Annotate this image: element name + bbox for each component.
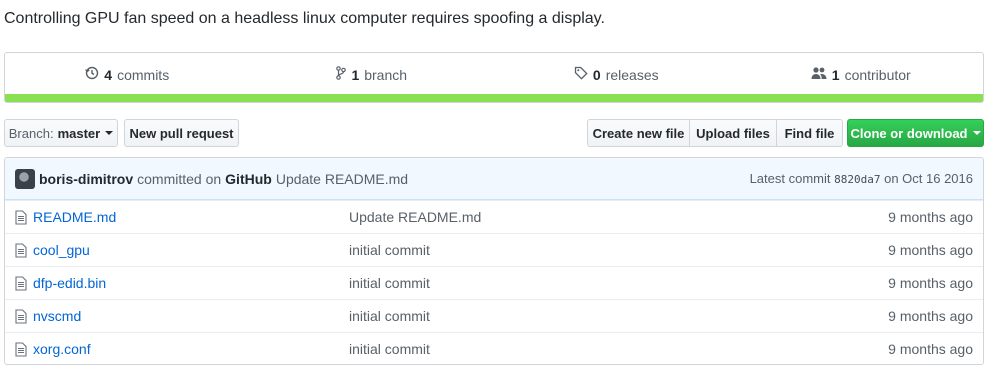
create-new-file-button[interactable]: Create new file [587,119,690,147]
file-commit-message-link[interactable]: initial commit [349,341,430,357]
new-pull-request-button[interactable]: New pull request [124,119,239,147]
commit-author-link[interactable]: boris-dimitrov [39,171,133,187]
file-row: README.md Update README.md 9 months ago [5,200,983,233]
file-name-link[interactable]: xorg.conf [33,341,349,357]
latest-commit-label: Latest commit [749,171,831,186]
file-age: 9 months ago [888,341,973,357]
file-commit-message-link[interactable]: initial commit [349,308,430,324]
file-row: dfp-edid.bin initial commit 9 months ago [5,266,983,299]
tag-icon [574,66,588,83]
file-table: boris-dimitrov committed on GitHub Updat… [4,157,984,365]
contributor-label: contributor [844,66,911,83]
releases-link[interactable]: 0 releases [494,53,739,96]
commit-platform: GitHub [225,170,272,187]
upload-files-button[interactable]: Upload files [689,119,777,147]
people-icon [811,66,827,83]
avatar[interactable] [15,168,35,189]
branch-select-button[interactable]: Branch: master [4,119,118,147]
file-name-link[interactable]: README.md [33,209,349,225]
file-icon [15,341,29,357]
commits-count: 4 [104,66,113,83]
branch-label: branch [364,66,408,83]
commit-message-link[interactable]: Update README.md [276,171,408,187]
contributor-count: 1 [831,66,840,83]
caret-down-icon [972,131,981,135]
file-icon [15,275,29,291]
file-icon [15,242,29,258]
file-navigation: Branch: master New pull request Create n… [4,119,984,147]
repo-description: Controlling GPU fan speed on a headless … [4,10,605,27]
committed-on-text: committed on [137,170,222,187]
branch-count: 1 [351,66,360,83]
file-row: cool_gpu initial commit 9 months ago [5,233,983,266]
branch-icon [336,66,347,83]
file-row: xorg.conf initial commit 9 months ago [5,332,983,364]
file-icon [15,308,29,324]
releases-label: releases [605,66,659,83]
branch-prefix: Branch: [8,125,54,141]
branches-link[interactable]: 1 branch [250,53,495,96]
commit-sha-link[interactable]: 8820da7 [834,173,880,186]
file-name-link[interactable]: dfp-edid.bin [33,275,349,291]
branch-name: master [57,125,101,141]
releases-count: 0 [592,66,601,83]
commit-date: on Oct 16 2016 [884,171,973,186]
file-age: 9 months ago [888,242,973,258]
language-bar[interactable] [5,94,983,102]
file-commit-message-link[interactable]: Update README.md [349,209,481,225]
caret-down-icon [105,131,114,135]
clone-label: Clone or download [850,125,968,141]
file-name-link[interactable]: cool_gpu [33,242,349,258]
file-age: 9 months ago [888,209,973,225]
contributors-link[interactable]: 1 contributor [739,53,984,96]
commits-label: commits [117,66,170,83]
numbers-summary: 4 commits 1 branch 0 releases 1 contribu… [4,52,984,103]
latest-commit-info: Latest commit 8820da7 on Oct 16 2016 [750,171,973,186]
clone-or-download-button[interactable]: Clone or download [847,119,984,147]
file-commit-message-link[interactable]: initial commit [349,242,430,258]
commits-link[interactable]: 4 commits [5,53,250,96]
file-icon [15,209,29,225]
find-file-button[interactable]: Find file [776,119,843,147]
file-age: 9 months ago [888,308,973,324]
file-row: nvscmd initial commit 9 months ago [5,299,983,332]
file-age: 9 months ago [888,275,973,291]
file-commit-message-link[interactable]: initial commit [349,275,430,291]
history-icon [85,66,99,83]
latest-commit-bar: boris-dimitrov committed on GitHub Updat… [5,158,983,200]
file-name-link[interactable]: nvscmd [33,308,349,324]
